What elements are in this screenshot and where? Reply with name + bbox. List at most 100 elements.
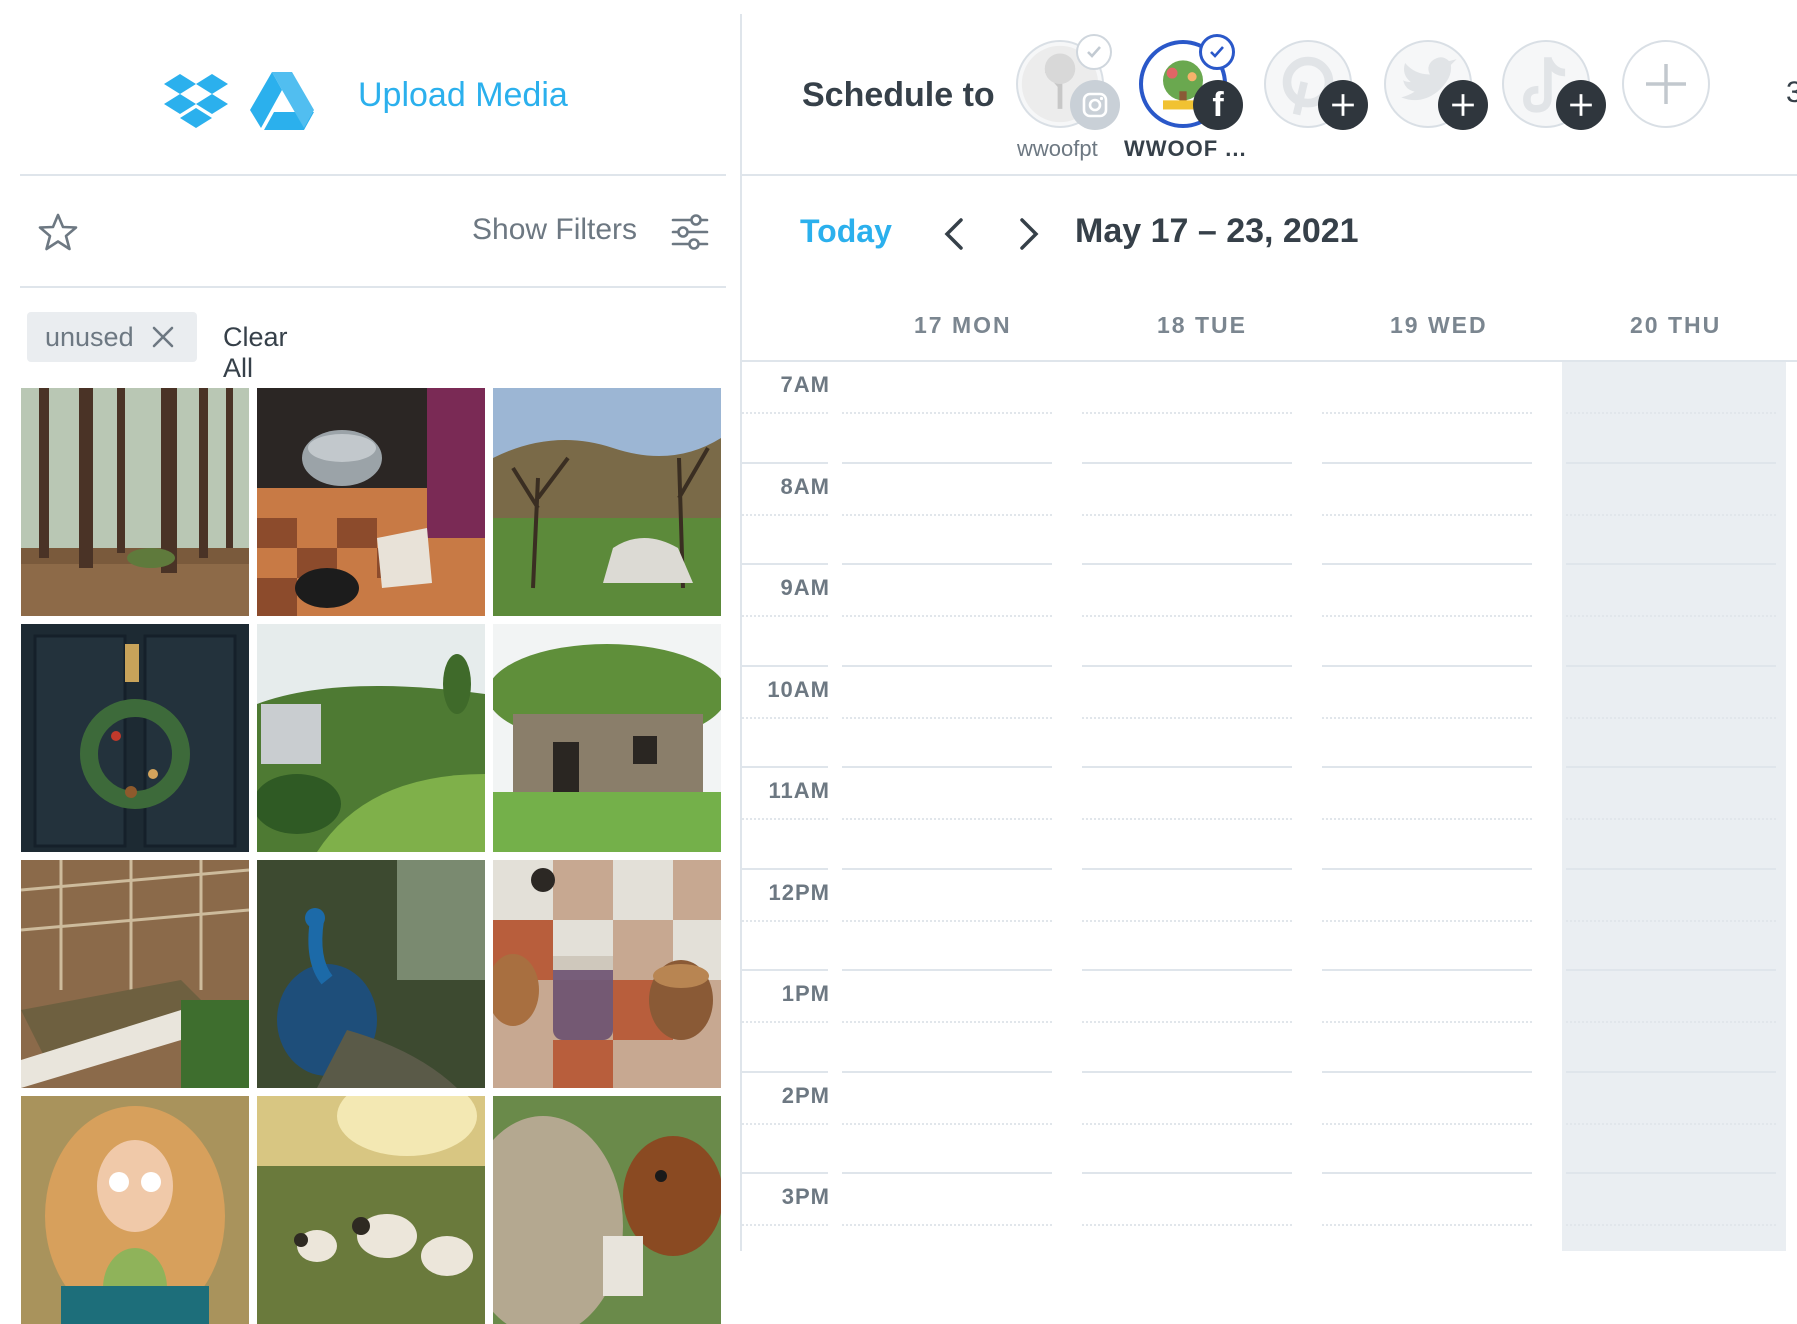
chevron-left-icon[interactable] [937,214,971,254]
media-thumbnail-garden-slope[interactable] [257,624,485,852]
half-hour-line [1082,716,1292,719]
clear-all-button[interactable]: Clear All [223,322,288,384]
account-wwoof-facebook[interactable]: f [1139,34,1243,130]
hour-label: 9AM [780,575,830,600]
close-icon[interactable] [151,325,175,349]
media-thumbnail-woman-leaf[interactable] [21,1096,249,1324]
half-hour-line [1082,1224,1292,1226]
account-wwoofpt-instagram[interactable] [1016,34,1120,130]
half-hour-line [1566,919,1776,922]
plus-icon [1438,80,1488,130]
hour-label-divider [742,513,828,516]
hour-label: 12PM [768,879,830,905]
half-hour-line [842,615,1052,617]
hour-label-line [742,563,828,565]
half-hour-line [1566,716,1776,719]
half-hour-line [1322,716,1532,719]
media-thumbnail-stone-house[interactable] [493,624,721,852]
hour-label-line [742,664,828,667]
filters-icon[interactable] [670,212,710,252]
half-hour-line [1566,1122,1776,1125]
add-pinterest-account[interactable] [1264,40,1368,130]
half-hour-line [1082,919,1292,922]
schedule-to-label: Schedule to [802,76,995,114]
half-hour-line [1566,615,1776,617]
hour-label-divider [742,1224,828,1226]
hour-label-line [742,969,828,971]
hour-label-divider [742,1021,828,1023]
hour-label-line [742,766,828,768]
time-slot[interactable] [838,1174,1062,1251]
media-thumbnail-yurt-hills[interactable] [493,388,721,616]
chevron-right-icon[interactable] [1012,214,1046,254]
half-hour-line [842,513,1052,516]
media-thumbnail-door-wreath[interactable] [21,624,249,852]
google-drive-icon[interactable] [250,70,314,130]
hour-label: 2PM [781,1082,830,1108]
instagram-icon [1070,80,1120,130]
half-hour-line [1322,1021,1532,1023]
media-filter-bar: Show Filters [20,176,726,288]
show-filters-button[interactable]: Show Filters [472,213,637,247]
media-upload-bar: Upload Media [20,0,726,176]
half-hour-line [842,412,1052,414]
half-hour-line [842,1122,1052,1125]
dropbox-icon[interactable] [164,70,228,130]
upload-media-button[interactable]: Upload Media [358,76,568,115]
account-name: WWOOF ... [1124,136,1247,161]
add-twitter-account[interactable] [1384,40,1488,130]
half-hour-line [1566,513,1776,516]
half-hour-line [1566,1021,1776,1023]
half-hour-line [1322,412,1532,414]
half-hour-line [842,919,1052,922]
media-thumbnail-sheep-closeup[interactable] [493,1096,721,1324]
half-hour-line [1082,615,1292,617]
half-hour-line [1082,513,1292,516]
hour-label: 8AM [780,473,830,499]
media-thumbnail-sheep-field[interactable] [257,1096,485,1324]
time-slot[interactable] [1562,1174,1786,1251]
add-account-button[interactable] [1622,40,1710,128]
half-hour-line [1082,412,1292,414]
day-header-wed: 19 WED [1390,312,1488,338]
week-day-header: 17 MON 18 TUE 19 WED 20 THU [742,296,1797,362]
hour-label: 1PM [781,981,830,1006]
media-thumbnail-pouring-milk[interactable] [257,388,485,616]
add-tiktok-account[interactable] [1502,40,1606,130]
today-button[interactable]: Today [800,213,892,250]
half-hour-line [842,1224,1052,1226]
media-thumbnail-peacock[interactable] [257,860,485,1088]
media-thumbnail-greenhouse[interactable] [21,860,249,1088]
hour-label-line [742,867,828,870]
date-range: May 17 – 23, 2021 [1075,212,1359,250]
half-hour-line [1566,818,1776,820]
hour-label: 11AM [768,778,830,803]
hour-label-divider [742,818,828,820]
half-hour-line [1082,1021,1292,1023]
half-hour-line [1566,1224,1776,1226]
half-hour-line [842,716,1052,719]
half-hour-line [1322,919,1532,922]
media-panel: Upload Media Show Filters unused Clear A… [0,0,742,1324]
half-hour-line [842,818,1052,820]
checkmark-icon [1076,34,1112,70]
time-slot[interactable] [1318,1174,1542,1251]
day-header-thu: 20 THU [1630,312,1722,338]
half-hour-line [1322,1122,1532,1125]
star-icon[interactable] [38,212,78,252]
plus-icon [1556,80,1606,130]
hour-label-divider [742,615,828,617]
hour-label-divider [742,412,828,414]
media-thumbnail-pine-forest[interactable] [21,388,249,616]
hour-label-line [742,1172,828,1174]
day-header-tue: 18 TUE [1157,312,1247,338]
checkmark-icon [1199,34,1235,70]
facebook-icon: f [1193,80,1243,130]
time-slot[interactable] [1078,1174,1302,1251]
header-overflow-text: 3 [1786,76,1797,109]
media-thumbnail-spice-jars[interactable] [493,860,721,1088]
hour-label-divider [742,919,828,922]
schedule-to-bar: Schedule to wwoofpt f WWOOF ... 3 [742,0,1797,176]
half-hour-line [1566,412,1776,414]
hour-label: 7AM [780,372,830,397]
